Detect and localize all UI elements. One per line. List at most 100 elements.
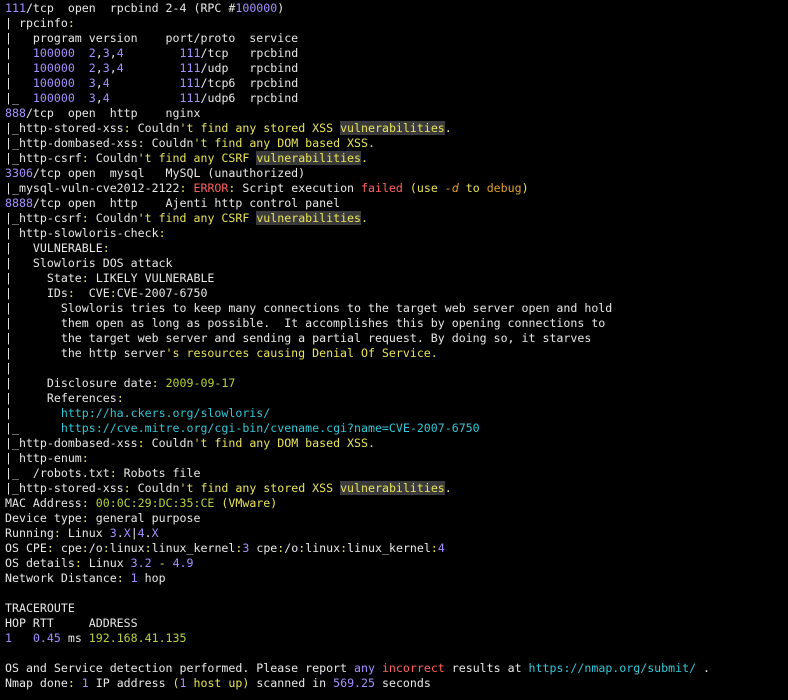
terminal-text: X: [151, 526, 159, 540]
terminal-text: 00:0C:29:DC:35:CE: [95, 496, 215, 510]
terminal-text: :: [81, 271, 89, 285]
terminal-link[interactable]: http://ha.ckers.org/slowloris/: [61, 406, 270, 420]
terminal-text: :: [67, 16, 75, 30]
terminal-text: CVE: [74, 286, 110, 300]
terminal-text: TRACEROUTE: [5, 601, 75, 615]
terminal-line: |_http-csrf: Couldn't find any CSRF vuln…: [5, 211, 785, 226]
terminal-text: Robots file: [116, 466, 201, 480]
terminal-line: |_http-dombased-xss: Couldn't find any D…: [5, 436, 785, 451]
terminal-text: incorrect: [381, 661, 445, 675]
terminal-line: |_http-stored-xss: Couldn't find any sto…: [5, 121, 785, 136]
terminal-text: 100000: [32, 61, 75, 75]
terminal-text: .: [116, 526, 124, 540]
terminal-text: | program version port/proto service: [5, 31, 299, 45]
terminal-line: | Slowloris DOS attack: [5, 256, 785, 271]
terminal-text: 't find any DOM based XSS.: [193, 136, 375, 150]
terminal-text: :: [109, 466, 117, 480]
terminal-text: 't find any stored XSS: [179, 121, 341, 135]
terminal-text: 100000: [32, 91, 75, 105]
terminal-text: 192.168.41.135: [88, 631, 187, 645]
terminal-text: /o: [88, 541, 103, 555]
terminal-text: :: [67, 676, 75, 690]
terminal-text: 4: [102, 91, 110, 105]
terminal-text: /tcp open http nginx: [25, 106, 201, 120]
terminal-text: cpe: [249, 541, 278, 555]
terminal-text: :: [430, 541, 438, 555]
terminal-text: | http-enum: [5, 451, 82, 465]
terminal-text: /tcp open mysql MySQL (unauthorized): [32, 166, 306, 180]
terminal-text: 3: [88, 76, 96, 90]
terminal-text: 111: [179, 61, 201, 75]
terminal-text: |: [5, 361, 12, 375]
terminal-text: :: [53, 526, 61, 540]
terminal-text: 3: [88, 91, 96, 105]
terminal-line: 1 0.45 ms 192.168.41.135: [5, 631, 785, 646]
terminal-text: :: [116, 391, 124, 405]
terminal-line: | program version port/proto service: [5, 31, 785, 46]
terminal-link[interactable]: https://nmap.org/submit/: [529, 661, 697, 675]
terminal-link[interactable]: https://cve.mitre.org/cgi-bin/cvename.cg…: [61, 421, 480, 435]
terminal-text: ,: [109, 46, 117, 60]
terminal-text: |: [5, 46, 33, 60]
terminal-text: /udp rpcbind: [200, 61, 299, 75]
terminal-line: 8888/tcp open http Ajenti http control p…: [5, 196, 785, 211]
terminal-text: Nmap done: [5, 676, 68, 690]
terminal-line: | the target web server and sending a pa…: [5, 331, 785, 346]
terminal-line: 111/tcp open rpcbind 2-4 (RPC #100000): [5, 1, 785, 16]
terminal-text: X: [123, 526, 131, 540]
terminal-text: failed: [361, 181, 403, 195]
terminal-text: host up): [186, 676, 250, 690]
terminal-text: debug: [486, 181, 522, 195]
terminal-text: :: [137, 436, 145, 450]
terminal-text: | Slowloris DOS attack: [5, 256, 173, 270]
terminal-text: | the target web server and sending a pa…: [5, 331, 592, 345]
terminal-line: | IDs: CVE:CVE-2007-6750: [5, 286, 785, 301]
terminal-line: |_http-csrf: Couldn't find any CSRF vuln…: [5, 151, 785, 166]
terminal-line: 888/tcp open http nginx: [5, 106, 785, 121]
terminal-text: ERROR: [193, 181, 229, 195]
terminal-line: Running: Linux 3.X|4.X: [5, 526, 785, 541]
terminal-line: | http-enum:: [5, 451, 785, 466]
terminal-text: OS and Service detection performed. Plea…: [5, 661, 355, 675]
terminal-text: -d: [444, 181, 459, 195]
terminal-text: 0.45: [32, 631, 61, 645]
terminal-text: ,: [95, 61, 103, 75]
terminal-text: :: [74, 556, 82, 570]
terminal-text: |: [5, 61, 33, 75]
terminal-line: | the http server's resources causing De…: [5, 346, 785, 361]
terminal-line: |_mysql-vuln-cve2012-2122: ERROR: Script…: [5, 181, 785, 196]
terminal-text: .: [144, 526, 152, 540]
terminal-text: :: [102, 541, 110, 555]
terminal-text: 2009-09-17: [165, 376, 236, 390]
terminal-text: linux_kernel: [151, 541, 236, 555]
terminal-text: 3: [102, 46, 110, 60]
terminal-text: 2: [88, 61, 96, 75]
terminal-text: 1: [5, 631, 12, 645]
terminal-text: 111: [179, 76, 201, 90]
terminal-text: 100000: [32, 46, 75, 60]
terminal-text: seconds: [375, 676, 431, 690]
terminal-text: ,: [95, 91, 103, 105]
terminal-text: | References: [5, 391, 117, 405]
terminal-line: MAC Address: 00:0C:29:DC:35:CE (VMware): [5, 496, 785, 511]
terminal-text: :: [144, 541, 152, 555]
terminal-line: Nmap done: 1 IP address (1 host up) scan…: [5, 676, 785, 691]
terminal-text: |_ /robots.txt: [5, 466, 110, 480]
terminal-output[interactable]: 111/tcp open rpcbind 2-4 (RPC #100000) | …: [5, 1, 785, 699]
terminal-text: ,: [95, 46, 103, 60]
terminal-text: :: [46, 541, 54, 555]
terminal-text: 8888: [5, 196, 33, 210]
terminal-text: 4: [137, 526, 145, 540]
terminal-text: Linux: [81, 556, 131, 570]
terminal-text: (use: [409, 181, 445, 195]
terminal-line: |_ https://cve.mitre.org/cgi-bin/cvename…: [5, 421, 785, 436]
terminal-line: OS and Service detection performed. Plea…: [5, 661, 785, 676]
terminal-text: (: [172, 676, 180, 690]
